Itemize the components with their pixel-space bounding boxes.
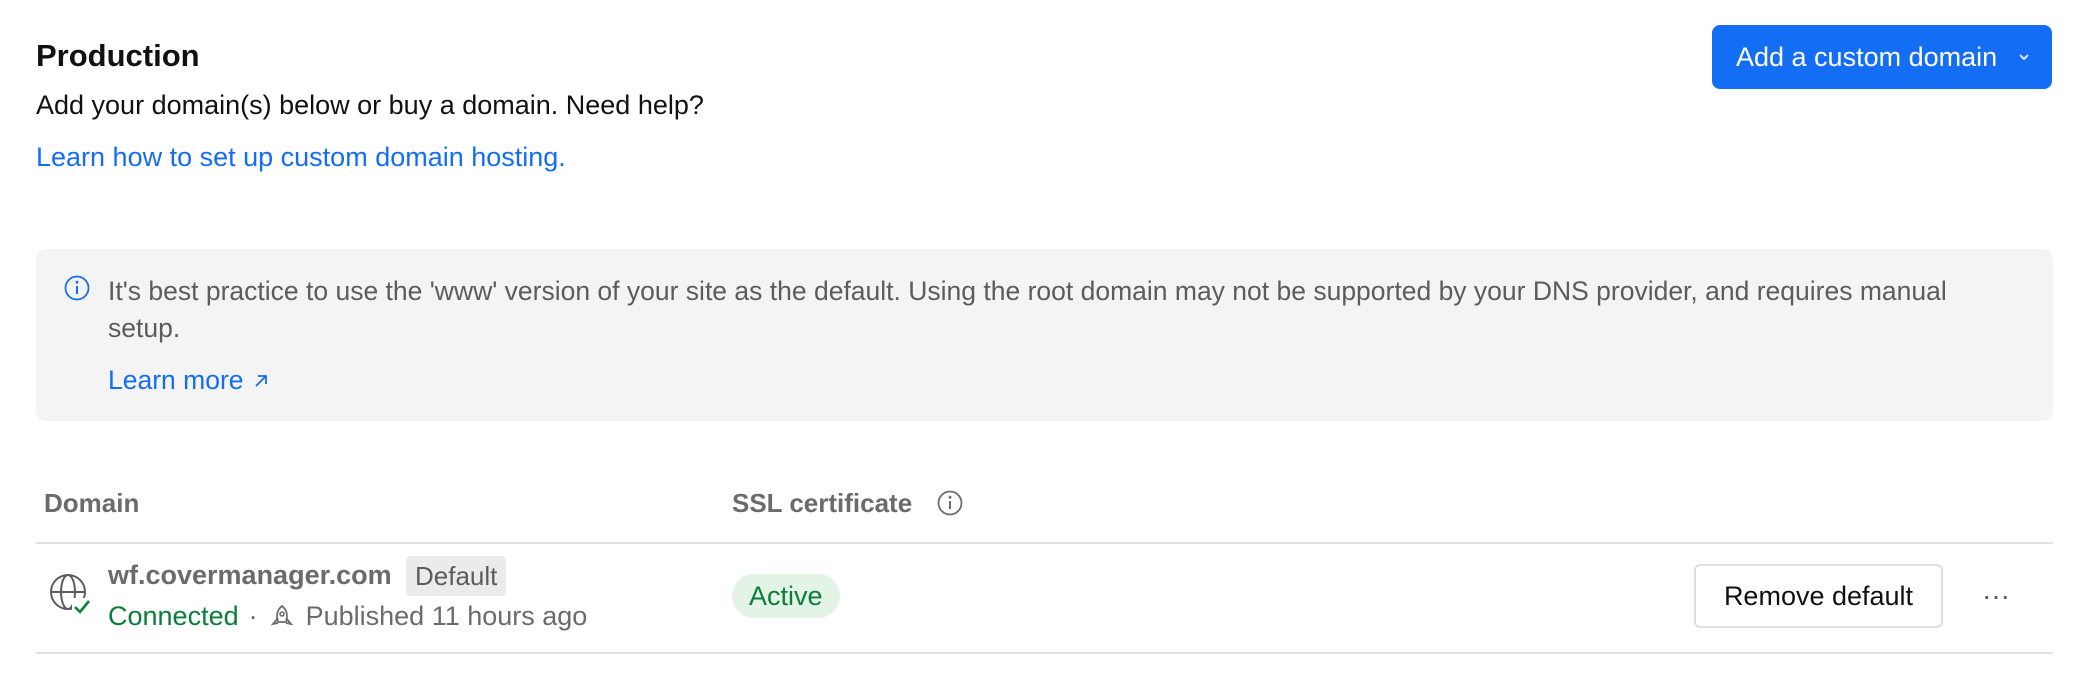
connected-status: Connected [108,601,239,631]
chevron-down-icon [2019,54,2029,61]
status-separator: · [248,601,258,631]
add-custom-domain-button[interactable]: Add a custom domain [1712,25,2052,89]
domain-name: wf.covermanager.com [108,560,392,590]
more-horizontal-icon: ··· [1982,580,2010,611]
column-header-ssl: SSL certificate [732,488,913,518]
header-divider [36,542,2053,544]
add-custom-domain-label: Add a custom domain [1736,41,1998,72]
more-options-button[interactable]: ··· [1978,578,2014,614]
default-badge: Default [406,556,507,596]
help-link[interactable]: Learn how to set up custom domain hostin… [36,142,566,173]
domain-status-line: Connected · Published 11 hours ago [108,601,587,632]
page-subtitle: Add your domain(s) below or buy a domain… [36,90,704,120]
learn-more-link[interactable]: Learn more [108,365,270,396]
published-time: Published 11 hours ago [305,601,588,631]
arrow-up-right-icon [254,374,267,387]
info-callout: It's best practice to use the 'www' vers… [36,249,2053,421]
learn-more-label: Learn more [108,365,244,395]
callout-message: It's best practice to use the 'www' vers… [108,276,1947,343]
row-divider [36,652,2053,654]
ssl-info-icon[interactable] [936,489,964,517]
remove-default-button[interactable]: Remove default [1694,564,1943,628]
page-title: Production [36,38,200,73]
globe-check-icon [50,574,92,616]
rocket-icon [270,604,293,625]
ssl-status-badge: Active [732,574,840,618]
info-icon [64,275,90,301]
column-header-domain: Domain [44,488,140,518]
